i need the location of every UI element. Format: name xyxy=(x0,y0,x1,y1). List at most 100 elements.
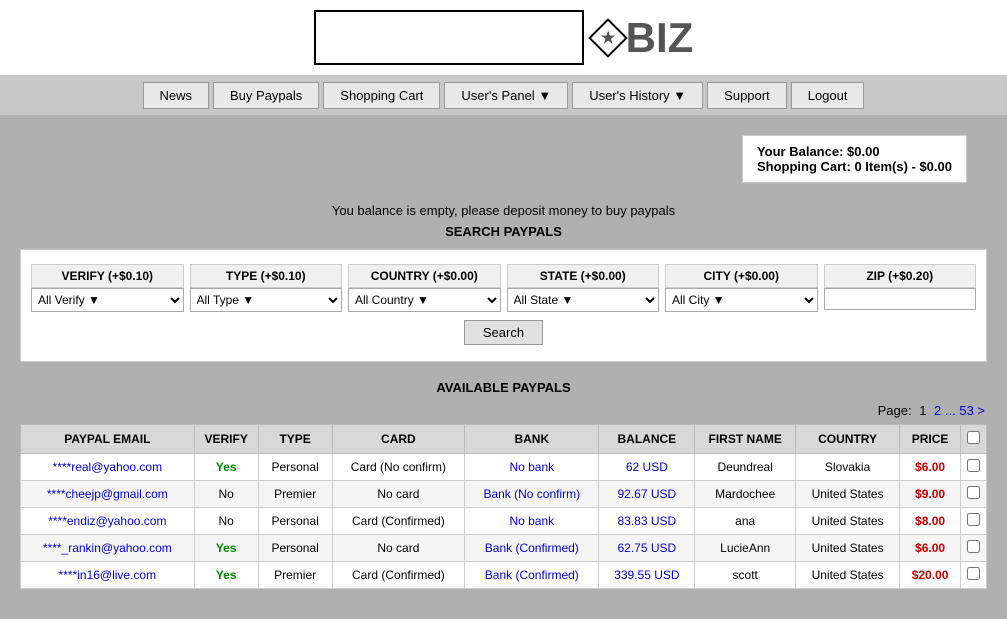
cell-card: Card (No confirm) xyxy=(332,454,465,481)
cell-card: No card xyxy=(332,481,465,508)
table-row: ****cheejp@gmail.com No Premier No card … xyxy=(21,481,987,508)
nav-support[interactable]: Support xyxy=(707,82,787,109)
balance-line2: Shopping Cart: 0 Item(s) - $0.00 xyxy=(757,159,952,174)
filter-country-label: COUNTRY (+$0.00) xyxy=(348,264,501,288)
city-select[interactable]: All City ▼ xyxy=(665,288,818,312)
type-select[interactable]: All Type ▼ xyxy=(190,288,343,312)
nav-news[interactable]: News xyxy=(143,82,210,109)
row-checkbox[interactable] xyxy=(967,513,980,526)
country-select[interactable]: All Country ▼ xyxy=(348,288,501,312)
email-link[interactable]: ****cheejp@gmail.com xyxy=(47,487,168,501)
cell-email: ****in16@live.com xyxy=(21,562,195,589)
th-country: COUNTRY xyxy=(796,425,900,454)
cell-firstname: Mardochee xyxy=(695,481,796,508)
logo-input-box[interactable] xyxy=(314,10,584,65)
row-checkbox[interactable] xyxy=(967,459,980,472)
cell-email: ****endiz@yahoo.com xyxy=(21,508,195,535)
cell-balance: 92.67 USD xyxy=(599,481,695,508)
zip-input[interactable] xyxy=(824,288,977,310)
cell-bank: Bank (Confirmed) xyxy=(465,535,599,562)
email-link[interactable]: ****endiz@yahoo.com xyxy=(48,514,166,528)
th-type: TYPE xyxy=(258,425,332,454)
cell-checkbox xyxy=(961,508,987,535)
cell-checkbox xyxy=(961,535,987,562)
balance-box: Your Balance: $0.00 Shopping Cart: 0 Ite… xyxy=(742,135,967,183)
logo-biz: ★ BIZ xyxy=(594,14,694,62)
pagination: Page: 1 2 ... 53 > xyxy=(20,403,987,418)
cell-type: Personal xyxy=(258,454,332,481)
cell-bank: Bank (Confirmed) xyxy=(465,562,599,589)
page-label: Page: xyxy=(878,403,912,418)
header: ★ BIZ xyxy=(0,0,1007,76)
cell-type: Premier xyxy=(258,481,332,508)
th-verify: VERIFY xyxy=(194,425,258,454)
cell-bank: No bank xyxy=(465,508,599,535)
filter-city-label: CITY (+$0.00) xyxy=(665,264,818,288)
cell-checkbox xyxy=(961,562,987,589)
th-card: CARD xyxy=(332,425,465,454)
notice-text: You balance is empty, please deposit mon… xyxy=(20,203,987,218)
th-email: PAYPAL EMAIL xyxy=(21,425,195,454)
cell-price: $6.00 xyxy=(900,535,961,562)
table-header-row: PAYPAL EMAIL VERIFY TYPE CARD BANK BALAN… xyxy=(21,425,987,454)
cell-firstname: LucieAnn xyxy=(695,535,796,562)
cell-verify: Yes xyxy=(194,535,258,562)
verify-select[interactable]: All Verify ▼ xyxy=(31,288,184,312)
cell-price: $6.00 xyxy=(900,454,961,481)
navigation: News Buy Paypals Shopping Cart User's Pa… xyxy=(0,76,1007,115)
row-checkbox[interactable] xyxy=(967,540,980,553)
cell-card: Card (Confirmed) xyxy=(332,508,465,535)
email-link[interactable]: ****_rankin@yahoo.com xyxy=(43,541,172,555)
th-checkbox xyxy=(961,425,987,454)
cell-balance: 62 USD xyxy=(599,454,695,481)
cell-firstname: scott xyxy=(695,562,796,589)
cell-balance: 339.55 USD xyxy=(599,562,695,589)
cell-country: United States xyxy=(796,508,900,535)
email-link[interactable]: ****real@yahoo.com xyxy=(53,460,163,474)
state-select[interactable]: All State ▼ xyxy=(507,288,660,312)
filter-state-label: STATE (+$0.00) xyxy=(507,264,660,288)
th-bank: BANK xyxy=(465,425,599,454)
nav-users-panel[interactable]: User's Panel ▼ xyxy=(444,82,568,109)
cell-type: Premier xyxy=(258,562,332,589)
cell-verify: Yes xyxy=(194,562,258,589)
biz-label: BIZ xyxy=(626,14,694,62)
cell-balance: 62.75 USD xyxy=(599,535,695,562)
table-row: ****real@yahoo.com Yes Personal Card (No… xyxy=(21,454,987,481)
filter-zip-label: ZIP (+$0.20) xyxy=(824,264,977,288)
cell-type: Personal xyxy=(258,535,332,562)
filter-zip: ZIP (+$0.20) xyxy=(824,264,977,312)
cell-price: $20.00 xyxy=(900,562,961,589)
cell-verify: Yes xyxy=(194,454,258,481)
cell-type: Personal xyxy=(258,508,332,535)
nav-logout[interactable]: Logout xyxy=(791,82,865,109)
table-row: ****in16@live.com Yes Premier Card (Conf… xyxy=(21,562,987,589)
nav-buy-paypals[interactable]: Buy Paypals xyxy=(213,82,319,109)
filter-row: VERIFY (+$0.10) All Verify ▼ TYPE (+$0.1… xyxy=(31,264,976,312)
cell-firstname: ana xyxy=(695,508,796,535)
cell-checkbox xyxy=(961,454,987,481)
filter-type-label: TYPE (+$0.10) xyxy=(190,264,343,288)
row-checkbox[interactable] xyxy=(967,486,980,499)
cell-verify: No xyxy=(194,481,258,508)
search-button[interactable]: Search xyxy=(464,320,543,345)
cell-country: United States xyxy=(796,481,900,508)
nav-users-history[interactable]: User's History ▼ xyxy=(572,82,703,109)
cell-bank: No bank xyxy=(465,454,599,481)
filter-verify: VERIFY (+$0.10) All Verify ▼ xyxy=(31,264,184,312)
search-panel: VERIFY (+$0.10) All Verify ▼ TYPE (+$0.1… xyxy=(20,249,987,362)
cell-email: ****cheejp@gmail.com xyxy=(21,481,195,508)
page-next[interactable]: 2 ... 53 > xyxy=(934,403,985,418)
page-current: 1 xyxy=(919,403,926,418)
row-checkbox[interactable] xyxy=(967,567,980,580)
cell-balance: 83.83 USD xyxy=(599,508,695,535)
email-link[interactable]: ****in16@live.com xyxy=(59,568,157,582)
cell-country: United States xyxy=(796,562,900,589)
paypal-table: PAYPAL EMAIL VERIFY TYPE CARD BANK BALAN… xyxy=(20,424,987,589)
cell-card: No card xyxy=(332,535,465,562)
cell-price: $8.00 xyxy=(900,508,961,535)
cell-country: United States xyxy=(796,535,900,562)
nav-shopping-cart[interactable]: Shopping Cart xyxy=(323,82,440,109)
select-all-checkbox[interactable] xyxy=(967,431,980,444)
cell-card: Card (Confirmed) xyxy=(332,562,465,589)
